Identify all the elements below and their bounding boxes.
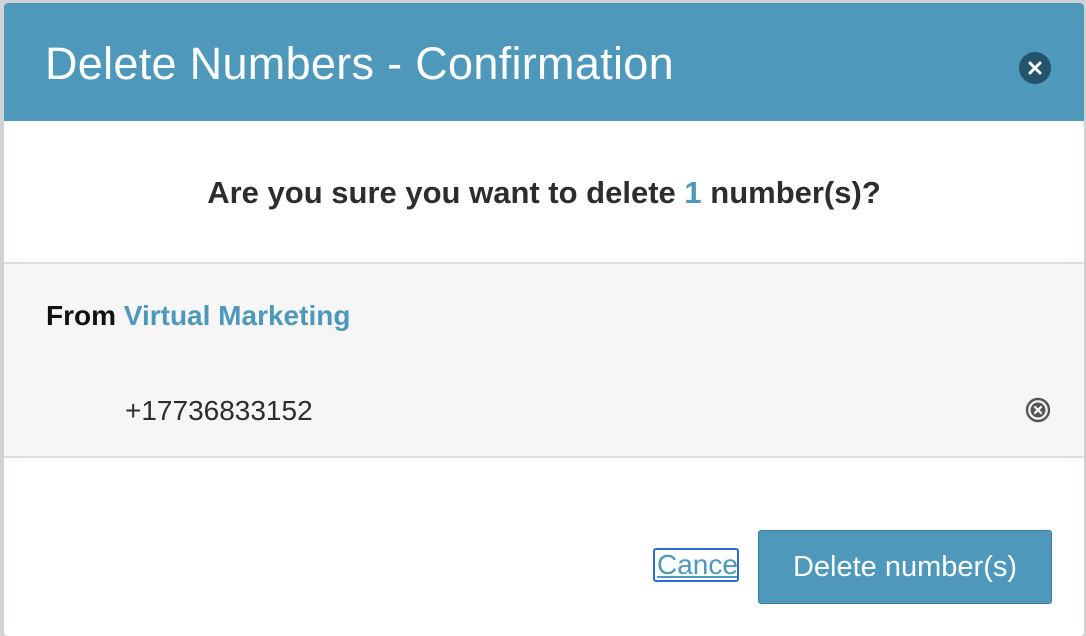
- delete-confirmation-dialog: Delete Numbers - Confirmation Are you su…: [4, 3, 1084, 636]
- source-name: Virtual Marketing: [123, 300, 351, 331]
- source-text: From Virtual Marketing: [46, 298, 350, 334]
- close-button[interactable]: [1019, 52, 1051, 84]
- remove-number-button[interactable]: [1025, 397, 1051, 423]
- remove-circle-icon: [1025, 397, 1051, 423]
- confirmation-question: Are you sure you want to delete 1 number…: [4, 171, 1084, 215]
- question-prefix: Are you sure you want to delete: [207, 175, 685, 210]
- cancel-button[interactable]: Cancel: [653, 548, 739, 582]
- source-label: From: [46, 300, 124, 331]
- question-suffix: number(s)?: [701, 175, 881, 210]
- delete-count: 1: [684, 175, 702, 210]
- source-group-row: From Virtual Marketing: [4, 262, 1084, 366]
- close-circle-icon: [1028, 61, 1042, 75]
- dialog-title: Delete Numbers - Confirmation: [45, 38, 674, 89]
- phone-number: +17736833152: [125, 395, 313, 426]
- list-item: +17736833152: [4, 364, 1084, 458]
- dialog-header: Delete Numbers - Confirmation: [4, 3, 1084, 121]
- delete-numbers-button[interactable]: Delete number(s): [758, 530, 1052, 604]
